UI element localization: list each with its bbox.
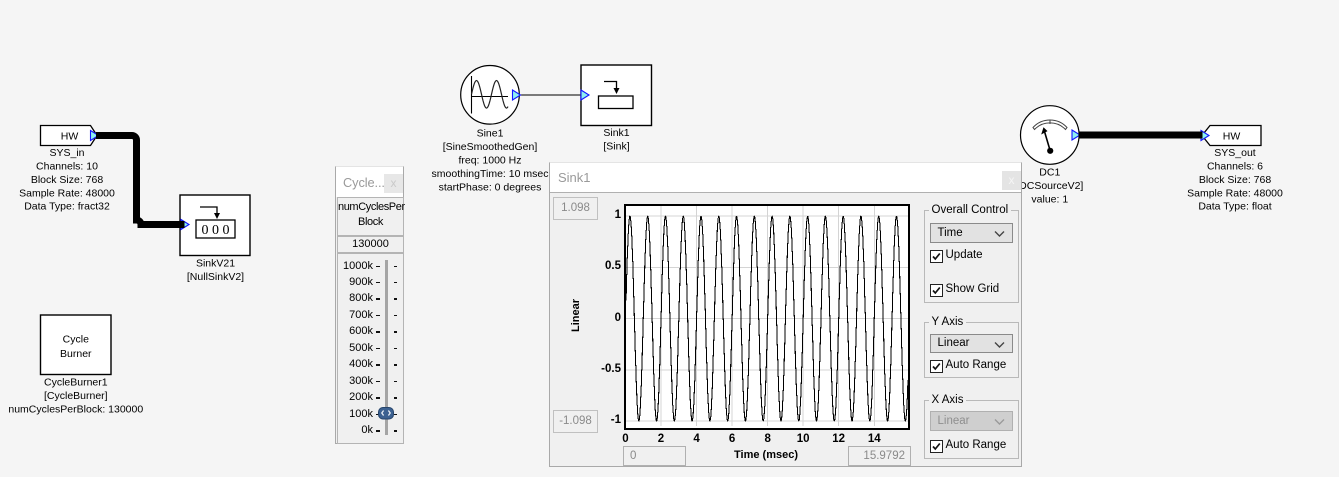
svg-text:Data Type: fract32: Data Type: fract32	[24, 201, 110, 213]
svg-text:startPhase: 0 degrees: startPhase: 0 degrees	[439, 181, 542, 193]
svg-text:SinkV21: SinkV21	[196, 258, 235, 270]
svg-text:SYS_in: SYS_in	[49, 147, 84, 159]
svg-text:Sample Rate: 48000: Sample Rate: 48000	[19, 187, 115, 199]
svg-text:[SineSmoothedGen]: [SineSmoothedGen]	[443, 141, 538, 153]
svg-text:DC1: DC1	[1039, 167, 1060, 179]
svg-text:[Sink]: [Sink]	[603, 141, 629, 153]
svg-text:[DCSourceV2]: [DCSourceV2]	[1016, 180, 1083, 192]
svg-text:Sample Rate: 48000: Sample Rate: 48000	[1187, 187, 1283, 199]
svg-text:Channels: 6: Channels: 6	[1207, 161, 1263, 173]
svg-text:smoothingTime: 10 msec: smoothingTime: 10 msec	[432, 168, 549, 180]
svg-text:Sink1: Sink1	[603, 127, 629, 139]
svg-text:Channels: 10: Channels: 10	[36, 161, 98, 173]
svg-text:value: 1: value: 1	[1031, 194, 1068, 206]
svg-text:Sine1: Sine1	[477, 128, 504, 140]
svg-text:0 0 0: 0 0 0	[202, 223, 230, 238]
svg-text:SYS_out: SYS_out	[1214, 147, 1256, 159]
svg-text:Block Size: 768: Block Size: 768	[1199, 174, 1272, 186]
svg-text:HW: HW	[61, 131, 79, 143]
svg-text:HW: HW	[1223, 131, 1241, 143]
svg-text:[NullSinkV2]: [NullSinkV2]	[187, 271, 244, 283]
svg-text:numCyclesPerBlock: 130000: numCyclesPerBlock: 130000	[8, 404, 143, 416]
svg-text:freq: 1000 Hz: freq: 1000 Hz	[458, 155, 521, 167]
svg-text:CycleBurner1: CycleBurner1	[44, 377, 108, 389]
svg-text:Cycle: Cycle	[63, 334, 89, 346]
svg-text:Data Type: float: Data Type: float	[1198, 201, 1271, 213]
svg-text:Burner: Burner	[60, 348, 92, 360]
svg-text:[CycleBurner]: [CycleBurner]	[44, 390, 108, 402]
svg-text:Block Size: 768: Block Size: 768	[31, 174, 104, 186]
